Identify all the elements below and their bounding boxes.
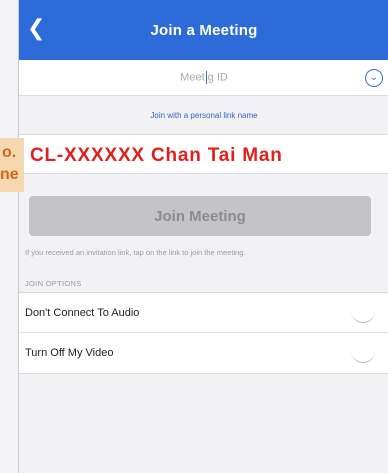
- name-annotation: CL-XXXXXX Chan Tai Man: [30, 145, 283, 166]
- left-annotation-line2: ne: [0, 166, 19, 183]
- left-annotation-line1: o.: [2, 144, 17, 161]
- option-label: Don't Connect To Audio: [25, 306, 140, 319]
- video-toggle[interactable]: [351, 343, 375, 363]
- personal-link-row: Join with a personal link name: [19, 96, 388, 134]
- audio-toggle[interactable]: [351, 303, 375, 323]
- join-options-label: JOIN OPTIONS: [25, 279, 82, 288]
- back-chevron-icon[interactable]: ❮: [27, 18, 51, 42]
- join-with-personal-link[interactable]: Join with a personal link name: [150, 111, 257, 120]
- text-cursor: [205, 71, 207, 84]
- join-meeting-screen: ❮ Join a Meeting Meet g ID ⌄ Join with a …: [18, 0, 388, 473]
- chevron-down-icon[interactable]: ⌄: [365, 69, 383, 87]
- invitation-hint: If you received an invitation link, tap …: [25, 248, 246, 257]
- join-meeting-button[interactable]: Join Meeting: [29, 196, 371, 236]
- join-options-list: Don't Connect To Audio Turn Off My Video: [19, 292, 388, 374]
- navigation-bar: ❮ Join a Meeting: [19, 0, 388, 60]
- meeting-id-placeholder: Meet g ID: [180, 71, 228, 84]
- option-turn-off-video[interactable]: Turn Off My Video: [19, 333, 388, 373]
- page-title: Join a Meeting: [150, 21, 258, 39]
- option-label: Turn Off My Video: [25, 347, 114, 359]
- option-dont-connect-audio[interactable]: Don't Connect To Audio: [19, 293, 388, 333]
- meeting-id-input[interactable]: Meet g ID ⌄: [19, 60, 388, 96]
